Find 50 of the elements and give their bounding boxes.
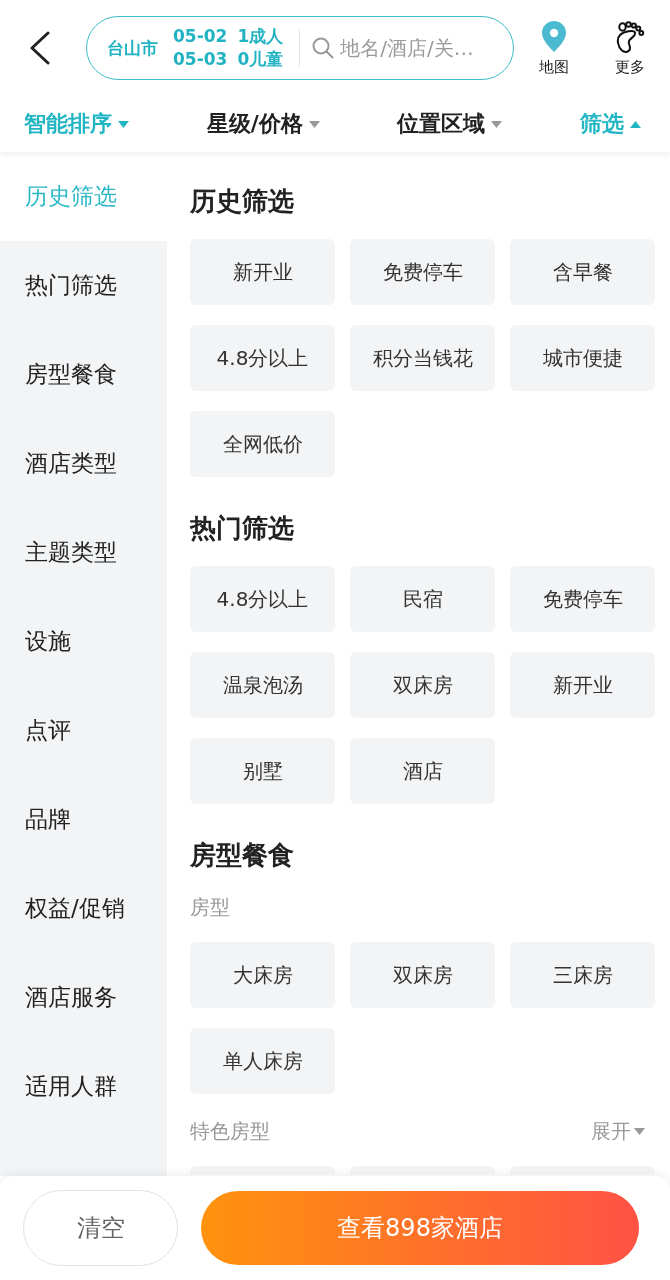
footprint-icon [615,20,645,53]
more-button[interactable]: 更多 [592,20,668,76]
filter-chip[interactable]: 双床房 [350,942,495,1008]
section-title: 房型餐食 [190,839,295,872]
filter-chip[interactable]: 大床房 [190,942,335,1008]
filter-chip[interactable]: 全网低价 [190,411,335,477]
section-title: 历史筛选 [190,185,295,218]
sidebar-item[interactable]: 适用人群 [0,1042,167,1131]
filter-chip[interactable]: 免费停车 [510,566,655,632]
caret-icon [629,120,641,128]
filter-chip[interactable]: 免费停车 [350,239,495,305]
filter-chip[interactable]: 温泉泡汤 [190,652,335,718]
filter-chip[interactable]: 双床房 [350,652,495,718]
sidebar-item[interactable]: 权益/促销 [0,864,167,953]
filter-tab[interactable]: 星级/价格 [206,104,320,144]
filter-chip[interactable]: 城市便捷 [510,325,655,391]
filter-tab[interactable]: 位置区域 [397,104,503,144]
sidebar-item[interactable]: 酒店服务 [0,953,167,1042]
caret-icon [634,1127,645,1135]
filter-chip[interactable]: 新开业 [190,239,335,305]
sidebar-item[interactable]: 主题类型 [0,508,167,597]
search-icon [312,37,335,59]
section-title: 热门筛选 [190,512,295,545]
sidebar-item[interactable]: 酒店类型 [0,419,167,508]
map-pin-icon [540,20,568,53]
sidebar-item[interactable]: 点评 [0,686,167,775]
filter-chip[interactable]: 新开业 [510,652,655,718]
filter-chip[interactable]: 含早餐 [510,239,655,305]
sidebar-item[interactable]: 房型餐食 [0,330,167,419]
back-button[interactable] [29,31,51,65]
caret-icon [118,120,129,128]
sidebar-item[interactable]: 品牌 [0,775,167,864]
filter-chip[interactable]: 4.8分以上 [190,566,335,632]
map-button[interactable]: 地图 [516,20,592,76]
filter-chip[interactable]: 民宿 [350,566,495,632]
caret-icon [308,120,320,128]
sidebar-item[interactable]: 设施 [0,597,167,686]
filter-chip[interactable]: 别墅 [190,738,335,804]
filter-chip[interactable]: 单人床房 [190,1028,335,1094]
group-title: 房型 [190,894,230,921]
filter-chip[interactable]: 积分当钱花 [350,325,495,391]
sidebar-item[interactable]: 热门筛选 [0,241,167,330]
filter-chip[interactable]: 三床房 [510,942,655,1008]
caret-icon [491,120,503,128]
filter-chip[interactable]: 酒店 [350,738,495,804]
back-icon [29,31,51,65]
search-field[interactable]: 地名/酒店/关… [312,28,501,68]
filter-chip[interactable]: 4.8分以上 [190,325,335,391]
group-title: 特色房型 [190,1118,270,1145]
clear-button[interactable]: 清空 [23,1190,178,1266]
